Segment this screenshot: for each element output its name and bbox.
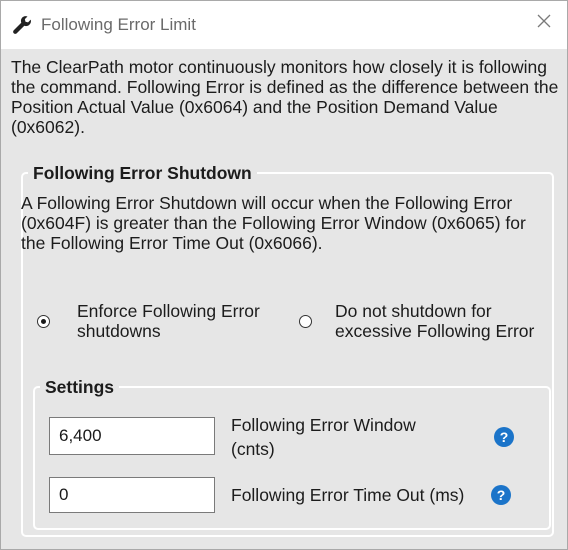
wrench-icon bbox=[13, 16, 31, 34]
radio-do-not-shutdown[interactable]: Do not shutdown for excessive Following … bbox=[295, 297, 557, 343]
following-error-timeout-input[interactable] bbox=[49, 477, 215, 513]
radio-no-shutdown-label-line1: Do not shutdown for bbox=[335, 301, 492, 321]
close-icon bbox=[537, 14, 551, 28]
following-error-window-input[interactable] bbox=[49, 417, 215, 455]
help-icon[interactable]: ? bbox=[494, 427, 514, 447]
shutdown-description: A Following Error Shutdown will occur wh… bbox=[21, 193, 526, 253]
close-button[interactable] bbox=[521, 1, 567, 41]
intro-text: The ClearPath motor continuously monitor… bbox=[11, 57, 559, 137]
following-error-timeout-label: Following Error Time Out (ms) bbox=[231, 485, 465, 505]
help-icon[interactable]: ? bbox=[491, 485, 511, 505]
title-bar: Following Error Limit bbox=[1, 1, 567, 49]
following-error-window-label-line1: Following Error Window bbox=[231, 415, 416, 435]
following-error-window-label-line2: (cnts) bbox=[231, 439, 275, 459]
radio-enforce-label-line2: shutdowns bbox=[77, 321, 161, 341]
radio-button-selected[interactable] bbox=[37, 315, 50, 328]
radio-no-shutdown-label-line2: excessive Following Error bbox=[335, 321, 535, 341]
dialog-window: Following Error Limit The ClearPath moto… bbox=[0, 0, 568, 550]
radio-enforce-shutdowns[interactable]: Enforce Following Error shutdowns bbox=[33, 297, 283, 343]
radio-button-unselected[interactable] bbox=[299, 315, 312, 328]
settings-group-legend: Settings bbox=[45, 377, 115, 397]
window-title: Following Error Limit bbox=[41, 15, 196, 34]
radio-dot bbox=[40, 318, 46, 324]
shutdown-group-legend: Following Error Shutdown bbox=[33, 163, 252, 183]
radio-enforce-label-line1: Enforce Following Error bbox=[77, 301, 260, 321]
